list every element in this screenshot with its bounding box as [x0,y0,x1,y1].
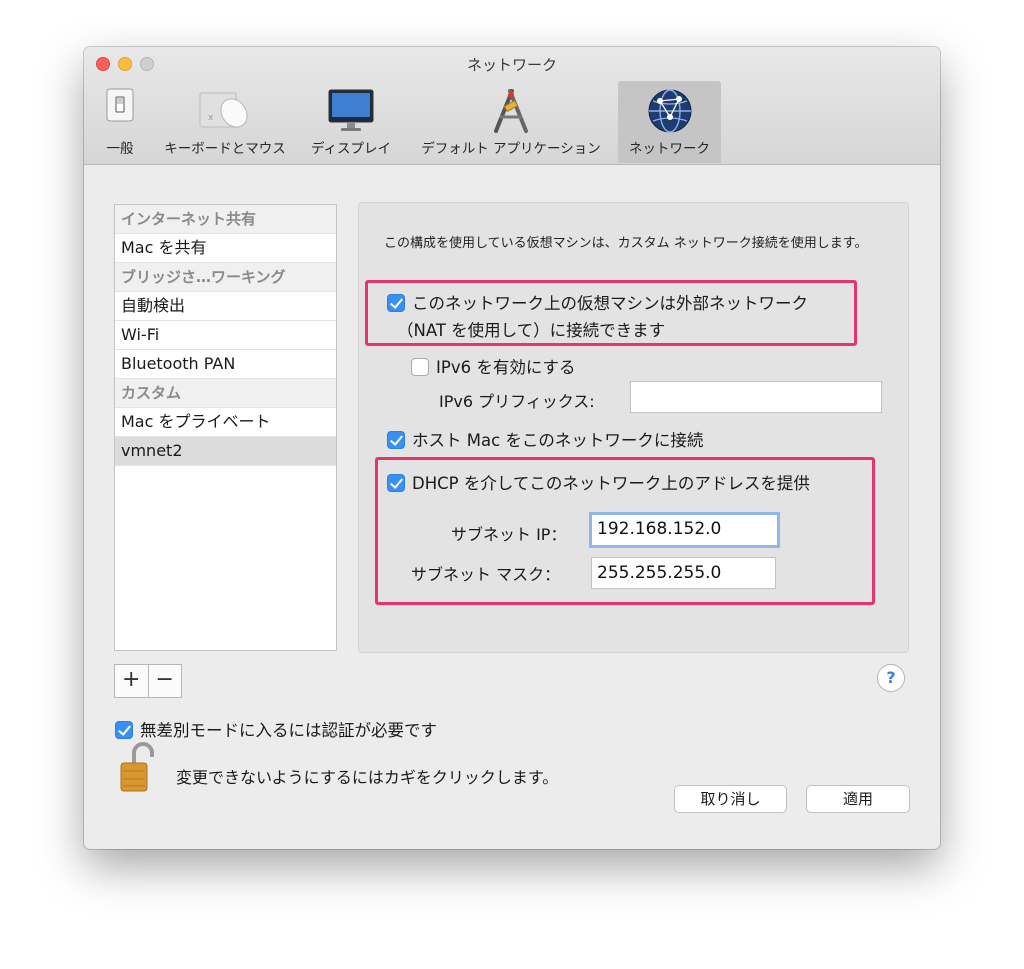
list-item[interactable]: Mac を共有 [115,234,336,263]
dhcp-checkbox-row[interactable]: DHCP を介してこのネットワーク上のアドレスを提供 [387,470,810,494]
list-section-header: ブリッジさ…ワーキング [115,263,336,292]
panel-description: この構成を使用している仮想マシンは、カスタム ネットワーク接続を使用します。 [384,236,868,251]
dhcp-checkbox[interactable] [387,474,405,492]
add-network-button[interactable]: + [115,665,149,697]
host-connect-checkbox-row[interactable]: ホスト Mac をこのネットワークに接続 [387,427,703,451]
network-preferences-window: ネットワーク 一般 x キーボードとマウス ディスプレイ デフォルト アプリケー… [84,47,940,849]
ipv6-label: IPv6 を有効にする [436,358,576,377]
list-item[interactable]: Bluetooth PAN [115,350,336,379]
ipv6-checkbox-row[interactable]: IPv6 を有効にする [411,354,576,378]
host-connect-checkbox[interactable] [387,431,405,449]
network-list[interactable]: インターネット共有 Mac を共有 ブリッジさ…ワーキング 自動検出 Wi-Fi… [114,204,337,651]
display-icon [326,87,376,139]
toolbar-general[interactable]: 一般 [94,81,146,163]
subnet-mask-label: サブネット マスク： [411,565,561,584]
toolbar-display[interactable]: ディスプレイ [300,81,402,163]
list-item[interactable]: 自動検出 [115,292,336,321]
toolbar-network[interactable]: ネットワーク [618,81,721,163]
network-globe-icon [646,87,694,139]
dhcp-label: DHCP を介してこのネットワーク上のアドレスを提供 [412,474,810,493]
nat-checkbox-row[interactable]: このネットワーク上の仮想マシンは外部ネットワーク [387,290,808,314]
network-settings-panel: この構成を使用している仮想マシンは、カスタム ネットワーク接続を使用します。 こ… [358,202,909,653]
auth-checkbox[interactable] [115,721,133,739]
general-switch-icon [104,87,136,127]
nat-label-line2: （NAT を使用して）に接続できます [397,321,666,340]
window-title: ネットワーク [466,56,557,74]
nat-label-line1: このネットワーク上の仮想マシンは外部ネットワーク [412,294,808,313]
list-section-header: カスタム [115,379,336,408]
apply-button[interactable]: 適用 [806,785,910,813]
ipv6-checkbox[interactable] [411,358,429,376]
subnet-ip-label: サブネット IP： [451,525,567,544]
host-connect-label: ホスト Mac をこのネットワークに接続 [412,431,704,450]
lock-text: 変更できないようにするにはカギをクリックします。 [176,768,559,787]
list-section-header: インターネット共有 [115,205,336,234]
nat-checkbox[interactable] [387,294,405,312]
subnet-ip-input[interactable]: 192.168.152.0 [589,512,780,548]
add-remove-control: + − [114,664,182,698]
subnet-mask-input[interactable]: 255.255.255.0 [591,557,776,589]
auth-checkbox-row[interactable]: 無差別モードに入るには認証が必要です [115,717,437,741]
toolbar-label: デフォルト アプリケーション [421,141,601,157]
lock-icon[interactable] [120,741,156,797]
cancel-button[interactable]: 取り消し [674,785,787,813]
list-item[interactable]: Wi-Fi [115,321,336,350]
auth-label: 無差別モードに入るには認証が必要です [140,721,437,740]
list-item[interactable]: Mac をプライベート [115,408,336,437]
toolbar-label: ディスプレイ [310,141,392,157]
help-button[interactable]: ? [877,664,905,692]
toolbar-default-applications[interactable]: デフォルト アプリケーション [406,81,616,163]
toolbar-label: ネットワーク [629,141,710,157]
keyboard-mouse-icon: x [198,87,252,137]
title-bar: ネットワーク 一般 x キーボードとマウス ディスプレイ デフォルト アプリケー… [84,47,940,165]
ipv6-prefix-input[interactable] [630,381,882,413]
ipv6-prefix-label: IPv6 プリフィックス: [439,392,595,411]
toolbar-label: キーボードとマウス [164,141,286,157]
default-applications-icon [486,87,536,139]
svg-text:x: x [208,113,214,123]
list-item-selected[interactable]: vmnet2 [115,437,336,466]
toolbar-label: 一般 [106,141,134,157]
remove-network-button[interactable]: − [149,665,182,697]
toolbar-keyboard-mouse[interactable]: x キーボードとマウス [150,81,300,163]
